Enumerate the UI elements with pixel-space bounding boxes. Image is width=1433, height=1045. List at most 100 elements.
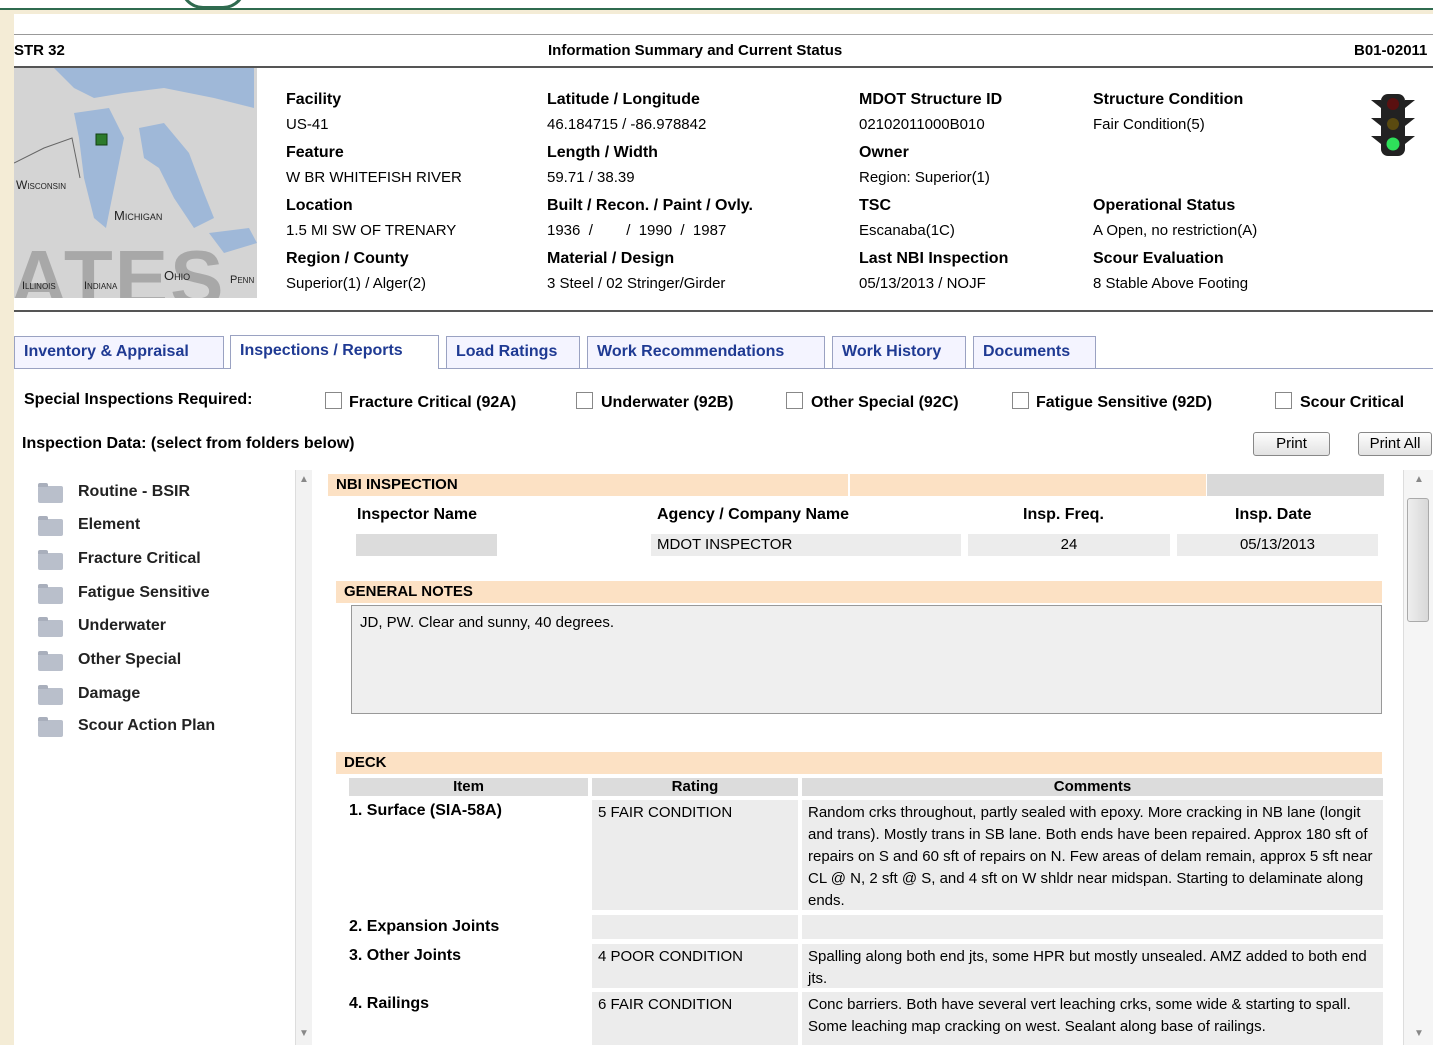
page-container: STR 32 Information Summary and Current S…	[14, 14, 1433, 1045]
folder-icon	[38, 483, 63, 503]
map-label-wisconsin: Wisconsin	[16, 178, 66, 192]
fracture-critical-label: Fracture Critical (92A)	[349, 394, 517, 411]
inspector-name-header: Inspector Name	[357, 506, 478, 523]
content-scrollbar[interactable]: ▲ ▼	[1403, 470, 1433, 1045]
inspection-data-label: Inspection Data: (select from folders be…	[22, 435, 355, 452]
scroll-up-icon[interactable]: ▲	[1414, 474, 1424, 485]
underwater-checkbox[interactable]	[576, 392, 593, 409]
structure-id-label: MDOT Structure ID	[859, 91, 1003, 108]
tab-work-history[interactable]: Work History	[832, 336, 966, 368]
scour-critical-checkbox[interactable]	[1275, 392, 1292, 409]
summary-rule	[14, 310, 1433, 312]
built-value: 1936 / / 1990 / 1987	[547, 222, 727, 239]
deck-row-item: 1. Surface (SIA-58A)	[349, 802, 502, 819]
owner-value: Region: Superior(1)	[859, 169, 990, 186]
region-value: Superior(1) / Alger(2)	[286, 275, 427, 292]
facility-value: US-41	[286, 116, 329, 133]
deck-row-item: 2. Expansion Joints	[349, 918, 500, 935]
tab-inspections-reports[interactable]: Inspections / Reports	[230, 335, 439, 369]
map-marker-icon[interactable]	[95, 133, 108, 146]
feature-label: Feature	[286, 144, 344, 161]
deck-row-rating: 6 FAIR CONDITION	[592, 992, 798, 1045]
condition-label: Structure Condition	[1093, 91, 1244, 108]
facility-label: Facility	[286, 91, 342, 108]
map-label-michigan: Michigan	[114, 208, 163, 223]
folder-icon	[38, 617, 63, 637]
folder-scrollbar[interactable]: ▲ ▼	[295, 470, 312, 1045]
tsc-label: TSC	[859, 197, 891, 214]
print-all-button[interactable]: Print All	[1358, 432, 1432, 456]
location-map[interactable]: ATES Wisconsin Michigan Illinois Indiana…	[14, 68, 257, 298]
deck-row-comment: Random crks throughout, partly sealed wi…	[802, 800, 1383, 910]
nbi-header-right	[1207, 474, 1384, 496]
deck-row-item: 3. Other Joints	[349, 947, 462, 964]
other-special-label: Other Special (92C)	[811, 394, 959, 411]
scroll-thumb[interactable]	[1407, 498, 1429, 622]
traffic-light-icon	[1371, 94, 1415, 156]
condition-value: Fair Condition(5)	[1093, 116, 1205, 133]
location-value: 1.5 MI SW OF TRENARY	[286, 222, 457, 239]
print-button[interactable]: Print	[1253, 432, 1330, 456]
fracture-critical-checkbox[interactable]	[325, 392, 342, 409]
fatigue-sensitive-label: Fatigue Sensitive (92D)	[1036, 394, 1213, 411]
map-label-penn: Penn	[230, 274, 255, 286]
inspector-name-value	[356, 534, 497, 556]
tab-documents[interactable]: Documents	[973, 336, 1096, 368]
scroll-up-icon[interactable]: ▲	[299, 474, 309, 485]
structure-number: STR 32	[14, 42, 65, 59]
length-width-value: 59.71 / 38.39	[547, 169, 635, 186]
special-inspections-label: Special Inspections Required:	[24, 391, 253, 408]
tab-inventory-appraisal[interactable]: Inventory & Appraisal	[14, 336, 224, 368]
other-special-checkbox[interactable]	[786, 392, 803, 409]
header-rule-top	[14, 34, 1433, 35]
operational-status-label: Operational Status	[1093, 197, 1236, 214]
deck-row-comment: Conc barriers. Both have several vert le…	[802, 992, 1383, 1045]
folder-icon	[38, 651, 63, 671]
deck-row-rating	[592, 915, 798, 939]
deck-row-comment: Spalling along both end jts, some HPR bu…	[802, 944, 1383, 988]
map-label-ohio: Ohio	[164, 268, 191, 283]
agency-header: Agency / Company Name	[657, 506, 850, 523]
underwater-label: Underwater (92B)	[601, 394, 734, 411]
deck-row-rating: 5 FAIR CONDITION	[592, 800, 798, 910]
material-value: 3 Steel / 02 Stringer/Girder	[547, 275, 726, 292]
nbi-inspection-header: NBI INSPECTION	[328, 474, 848, 496]
deck-row-item: 4. Railings	[349, 995, 430, 1012]
fatigue-sensitive-checkbox[interactable]	[1012, 392, 1029, 409]
built-label: Built / Recon. / Paint / Ovly.	[547, 197, 753, 214]
last-nbi-value: 05/13/2013 / NOJF	[859, 275, 986, 292]
tab-work-recommendations[interactable]: Work Recommendations	[587, 336, 825, 368]
deck-header: DECK	[336, 752, 1382, 774]
length-width-label: Length / Width	[547, 144, 658, 161]
agency-value: MDOT INSPECTOR	[651, 534, 961, 556]
location-label: Location	[286, 197, 353, 214]
latlon-label: Latitude / Longitude	[547, 91, 700, 108]
last-nbi-label: Last NBI Inspection	[859, 250, 1009, 267]
map-label-illinois: Illinois	[22, 280, 56, 292]
bridge-id: B01-02011	[1354, 42, 1428, 59]
folder-icon	[38, 516, 63, 536]
nbi-header-middle	[850, 474, 1206, 496]
region-label: Region / County	[286, 250, 409, 267]
folder-icon	[38, 550, 63, 570]
latlon-value: 46.184715 / -86.978842	[547, 116, 707, 133]
insp-date-header: Insp. Date	[1235, 506, 1312, 523]
scour-critical-label: Scour Critical	[1300, 394, 1405, 411]
scroll-down-icon[interactable]: ▼	[1414, 1028, 1424, 1039]
scour-evaluation-value: 8 Stable Above Footing	[1093, 275, 1249, 292]
operational-status-value: A Open, no restriction(A)	[1093, 222, 1258, 239]
page-title: Information Summary and Current Status	[548, 42, 843, 59]
deck-rating-header: Rating	[592, 778, 798, 796]
tsc-value: Escanaba(1C)	[859, 222, 955, 239]
insp-date-value: 05/13/2013	[1177, 534, 1378, 556]
material-label: Material / Design	[547, 250, 675, 267]
tab-load-ratings[interactable]: Load Ratings	[446, 336, 580, 368]
scroll-down-icon[interactable]: ▼	[299, 1028, 309, 1039]
folder-icon	[38, 717, 63, 737]
insp-freq-value: 24	[968, 534, 1170, 556]
feature-value: W BR WHITEFISH RIVER	[286, 169, 462, 186]
general-notes-text[interactable]: JD, PW. Clear and sunny, 40 degrees.	[351, 605, 1382, 714]
tab-baseline	[14, 368, 1433, 369]
insp-freq-header: Insp. Freq.	[1023, 506, 1104, 523]
structure-id-value: 02102011000B010	[859, 116, 985, 133]
